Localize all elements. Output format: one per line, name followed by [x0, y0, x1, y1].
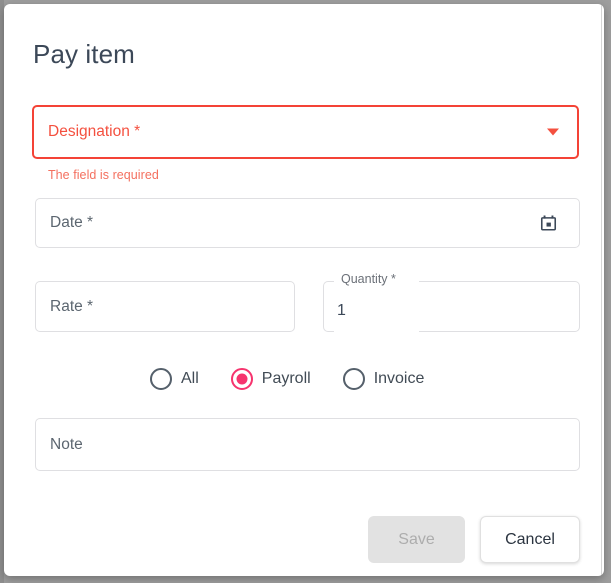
date-input[interactable]: Date *: [35, 198, 580, 248]
dialog-right-rule: [601, 4, 602, 576]
designation-select[interactable]: Designation *: [32, 105, 579, 159]
rate-input[interactable]: Rate *: [35, 281, 295, 332]
radio-label-payroll: Payroll: [261, 370, 311, 387]
radio-circle-selected-icon: [230, 368, 253, 390]
pay-item-type-radio-group: All Payroll Invoice: [150, 364, 424, 394]
radio-circle-icon: [342, 368, 365, 390]
cancel-button[interactable]: Cancel: [480, 516, 580, 563]
rate-label: Rate *: [50, 297, 94, 315]
radio-option-payroll[interactable]: Payroll: [230, 368, 311, 390]
save-button[interactable]: Save: [368, 516, 465, 563]
radio-option-invoice[interactable]: Invoice: [342, 368, 425, 390]
date-label: Date *: [50, 214, 94, 231]
radio-label-invoice: Invoice: [373, 370, 425, 387]
calendar-icon[interactable]: [539, 214, 558, 233]
quantity-value: 1: [337, 301, 346, 319]
quantity-input[interactable]: Quantity * 1: [323, 272, 580, 332]
radio-circle-icon: [150, 368, 172, 390]
note-label: Note: [50, 435, 83, 453]
designation-label: Designation *: [48, 123, 141, 140]
radio-option-all[interactable]: All: [150, 368, 199, 390]
designation-error-message: The field is required: [48, 168, 159, 182]
chevron-down-icon[interactable]: [547, 128, 559, 136]
quantity-label: Quantity *: [337, 272, 400, 286]
radio-label-all: All: [181, 370, 199, 387]
note-input[interactable]: Note: [35, 418, 580, 471]
quantity-outline: [323, 281, 580, 332]
pay-item-dialog: Pay item Designation * The field is requ…: [4, 4, 604, 576]
page-title: Pay item: [33, 39, 135, 69]
